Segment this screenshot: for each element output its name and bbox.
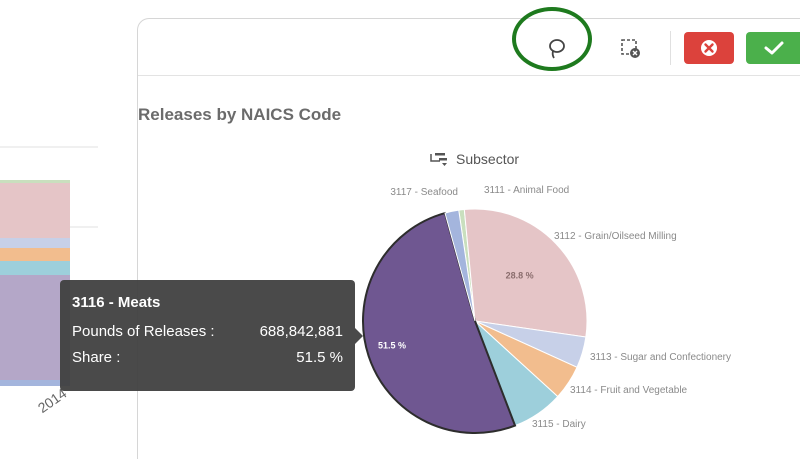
tooltip-pointer bbox=[355, 328, 363, 344]
tooltip-row-pounds: Pounds of Releases : 688,842,881 bbox=[72, 323, 343, 340]
slice-tooltip: 3116 - Meats Pounds of Releases : 688,84… bbox=[60, 280, 363, 391]
background-stacked-chart: 2014 bbox=[0, 70, 132, 453]
tooltip-value: 688,842,881 bbox=[259, 323, 343, 340]
subsector-dimension-icon bbox=[430, 153, 447, 166]
slice-label: 3111 - Animal Food bbox=[484, 185, 569, 196]
legend-title: Subsector bbox=[456, 151, 519, 167]
slice-label: 3113 - Sugar and Confectionery bbox=[590, 352, 731, 363]
chart-card: Releases by NAICS Code Subsector 3111 - … bbox=[137, 7, 800, 459]
slice-label: 3115 - Dairy bbox=[532, 419, 586, 430]
tooltip-value: 51.5 % bbox=[296, 349, 343, 366]
tooltip-title: 3116 - Meats bbox=[72, 294, 161, 311]
slice-value-label: 51.5 % bbox=[378, 340, 406, 350]
slice-label: 3117 - Seafood bbox=[390, 187, 458, 198]
pie-chart: Subsector 3111 - Animal Food 3112 - Grain… bbox=[362, 151, 731, 434]
slice-label: 3112 - Grain/Oilseed Milling bbox=[554, 231, 677, 242]
tooltip-label: Pounds of Releases : bbox=[72, 323, 215, 340]
tooltip-label: Share : bbox=[72, 349, 121, 366]
tooltip-row-share: Share : 51.5 % bbox=[72, 349, 343, 366]
slice-value-label: 28.8 % bbox=[506, 270, 534, 280]
slice-label: 3114 - Fruit and Vegetable bbox=[570, 385, 688, 396]
